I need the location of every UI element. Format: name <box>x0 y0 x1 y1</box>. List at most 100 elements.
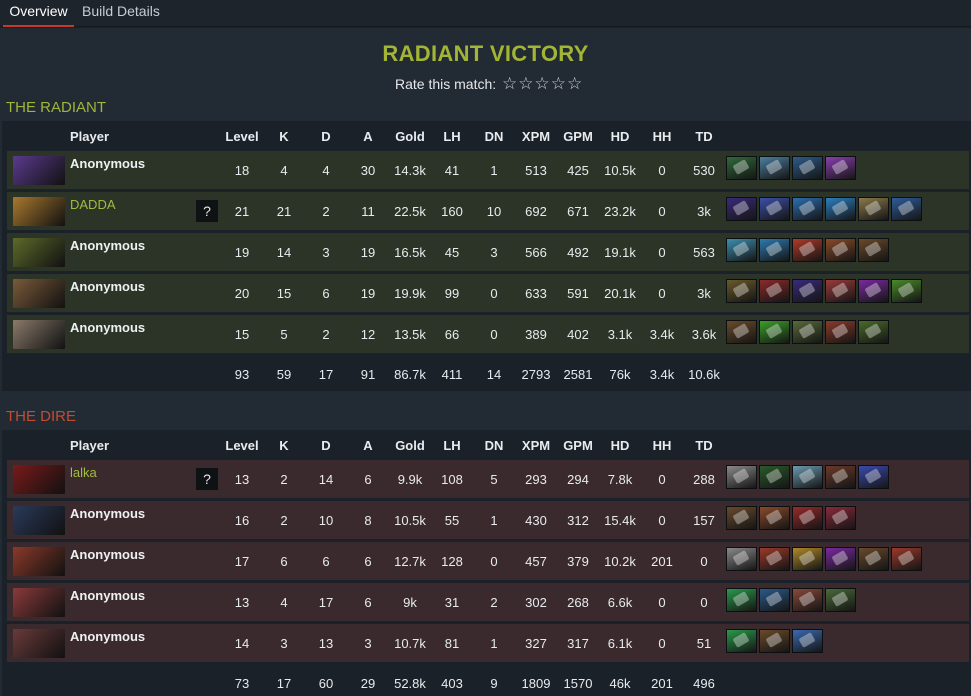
column-header[interactable]: TD <box>679 438 729 453</box>
player-name: Anonymous <box>70 279 146 294</box>
item-icon[interactable] <box>858 547 889 571</box>
player-info-button[interactable]: ? <box>196 200 218 222</box>
player-name[interactable]: DADDA <box>70 197 116 212</box>
item-icon[interactable] <box>858 465 889 489</box>
item-icon[interactable] <box>759 197 790 221</box>
hero-portrait[interactable] <box>13 197 65 226</box>
hero-portrait[interactable] <box>13 320 65 349</box>
item-list <box>726 465 891 493</box>
item-icon[interactable] <box>891 547 922 571</box>
item-icon[interactable] <box>759 629 790 653</box>
player-row: Anonymous 18 4 4 30 14.3k 41 1 513 425 10.5k 0 530 <box>7 151 969 189</box>
item-icon[interactable] <box>726 156 757 180</box>
item-icon[interactable] <box>726 629 757 653</box>
tab-build-details[interactable]: Build Details <box>82 0 160 27</box>
item-icon[interactable] <box>792 547 823 571</box>
hero-portrait[interactable] <box>13 238 65 267</box>
player-name[interactable]: lalka <box>70 465 97 480</box>
item-icon[interactable] <box>825 320 856 344</box>
item-icon[interactable] <box>759 238 790 262</box>
item-icon[interactable] <box>726 506 757 530</box>
item-icon[interactable] <box>792 238 823 262</box>
player-name: Anonymous <box>70 156 146 171</box>
item-icon[interactable] <box>858 238 889 262</box>
hero-portrait[interactable] <box>13 465 65 494</box>
item-icon[interactable] <box>825 465 856 489</box>
item-icon[interactable] <box>792 156 823 180</box>
item-icon[interactable] <box>759 320 790 344</box>
item-icon[interactable] <box>759 156 790 180</box>
item-list <box>726 547 924 575</box>
item-icon[interactable] <box>792 197 823 221</box>
stat-cell: 530 <box>693 163 715 178</box>
stat-cell: 3k <box>697 204 711 219</box>
player-row: DADDA? 21 21 2 11 22.5k 160 10 692 671 23.2k 0 3k <box>7 192 969 230</box>
hero-portrait[interactable] <box>13 547 65 576</box>
item-icon[interactable] <box>792 465 823 489</box>
item-list <box>726 238 891 266</box>
stat-cell: 51 <box>696 636 712 651</box>
stat-cell: 0 <box>700 554 708 569</box>
item-icon[interactable] <box>792 506 823 530</box>
item-icon[interactable] <box>726 279 757 303</box>
item-list <box>726 588 858 616</box>
item-icon[interactable] <box>726 320 757 344</box>
star-icon[interactable]: ☆ <box>502 74 518 93</box>
item-icon[interactable] <box>891 197 922 221</box>
item-icon[interactable] <box>825 547 856 571</box>
item-icon[interactable] <box>891 279 922 303</box>
item-icon[interactable] <box>759 547 790 571</box>
item-list <box>726 320 891 348</box>
item-icon[interactable] <box>825 238 856 262</box>
item-icon[interactable] <box>759 506 790 530</box>
item-list <box>726 506 858 534</box>
item-icon[interactable] <box>792 279 823 303</box>
star-icon[interactable]: ☆ <box>518 74 534 93</box>
star-icon[interactable]: ☆ <box>551 74 567 93</box>
player-row: Anonymous 17 6 6 6 12.7k 128 0 457 379 10.2k 201 0 <box>7 542 969 580</box>
item-icon[interactable] <box>792 588 823 612</box>
tab-overview[interactable]: Overview <box>3 0 74 27</box>
hero-portrait[interactable] <box>13 279 65 308</box>
item-list <box>726 156 858 184</box>
team-total: 10.6k <box>688 367 720 382</box>
item-icon[interactable] <box>825 156 856 180</box>
radiant-scoreboard: Player Level K D A Gold LH DN XPM GPM HD HH TD Anonym… <box>2 121 971 391</box>
item-icon[interactable] <box>726 238 757 262</box>
item-icon[interactable] <box>792 629 823 653</box>
star-icon[interactable]: ☆ <box>535 74 551 93</box>
item-icon[interactable] <box>792 320 823 344</box>
item-list <box>726 629 825 657</box>
player-row: Anonymous 15 5 2 12 13.5k 66 0 389 402 3.1k 3.4k 3.6… <box>7 315 969 353</box>
item-icon[interactable] <box>726 547 757 571</box>
item-icon[interactable] <box>759 588 790 612</box>
player-row: lalka? 13 2 14 6 9.9k 108 5 293 294 7.8k 0 288 <box>7 460 969 498</box>
player-name: Anonymous <box>70 588 146 603</box>
hero-portrait[interactable] <box>13 506 65 535</box>
item-icon[interactable] <box>825 279 856 303</box>
player-row: Anonymous 13 4 17 6 9k 31 2 302 268 6.6k 0 0 <box>7 583 969 621</box>
item-icon[interactable] <box>726 465 757 489</box>
player-name: Anonymous <box>70 506 146 521</box>
item-icon[interactable] <box>825 197 856 221</box>
player-name: Anonymous <box>70 320 146 335</box>
hero-portrait[interactable] <box>13 629 65 658</box>
player-row: Anonymous 20 15 6 19 19.9k 99 0 633 591 20.1k 0 3k <box>7 274 969 312</box>
player-row: Anonymous 16 2 10 8 10.5k 55 1 430 312 15.4k 0 157 <box>7 501 969 539</box>
item-icon[interactable] <box>858 320 889 344</box>
hero-portrait[interactable] <box>13 156 65 185</box>
item-icon[interactable] <box>825 588 856 612</box>
player-name: Anonymous <box>70 547 146 562</box>
column-header[interactable]: TD <box>679 129 729 144</box>
item-icon[interactable] <box>726 197 757 221</box>
item-icon[interactable] <box>726 588 757 612</box>
star-icon[interactable]: ☆ <box>567 74 583 93</box>
item-icon[interactable] <box>759 465 790 489</box>
player-info-button[interactable]: ? <box>196 468 218 490</box>
dire-scoreboard: Player Level K D A Gold LH DN XPM GPM HD HH TD lalka?… <box>2 430 971 696</box>
hero-portrait[interactable] <box>13 588 65 617</box>
item-icon[interactable] <box>825 506 856 530</box>
item-icon[interactable] <box>858 279 889 303</box>
item-icon[interactable] <box>858 197 889 221</box>
item-icon[interactable] <box>759 279 790 303</box>
